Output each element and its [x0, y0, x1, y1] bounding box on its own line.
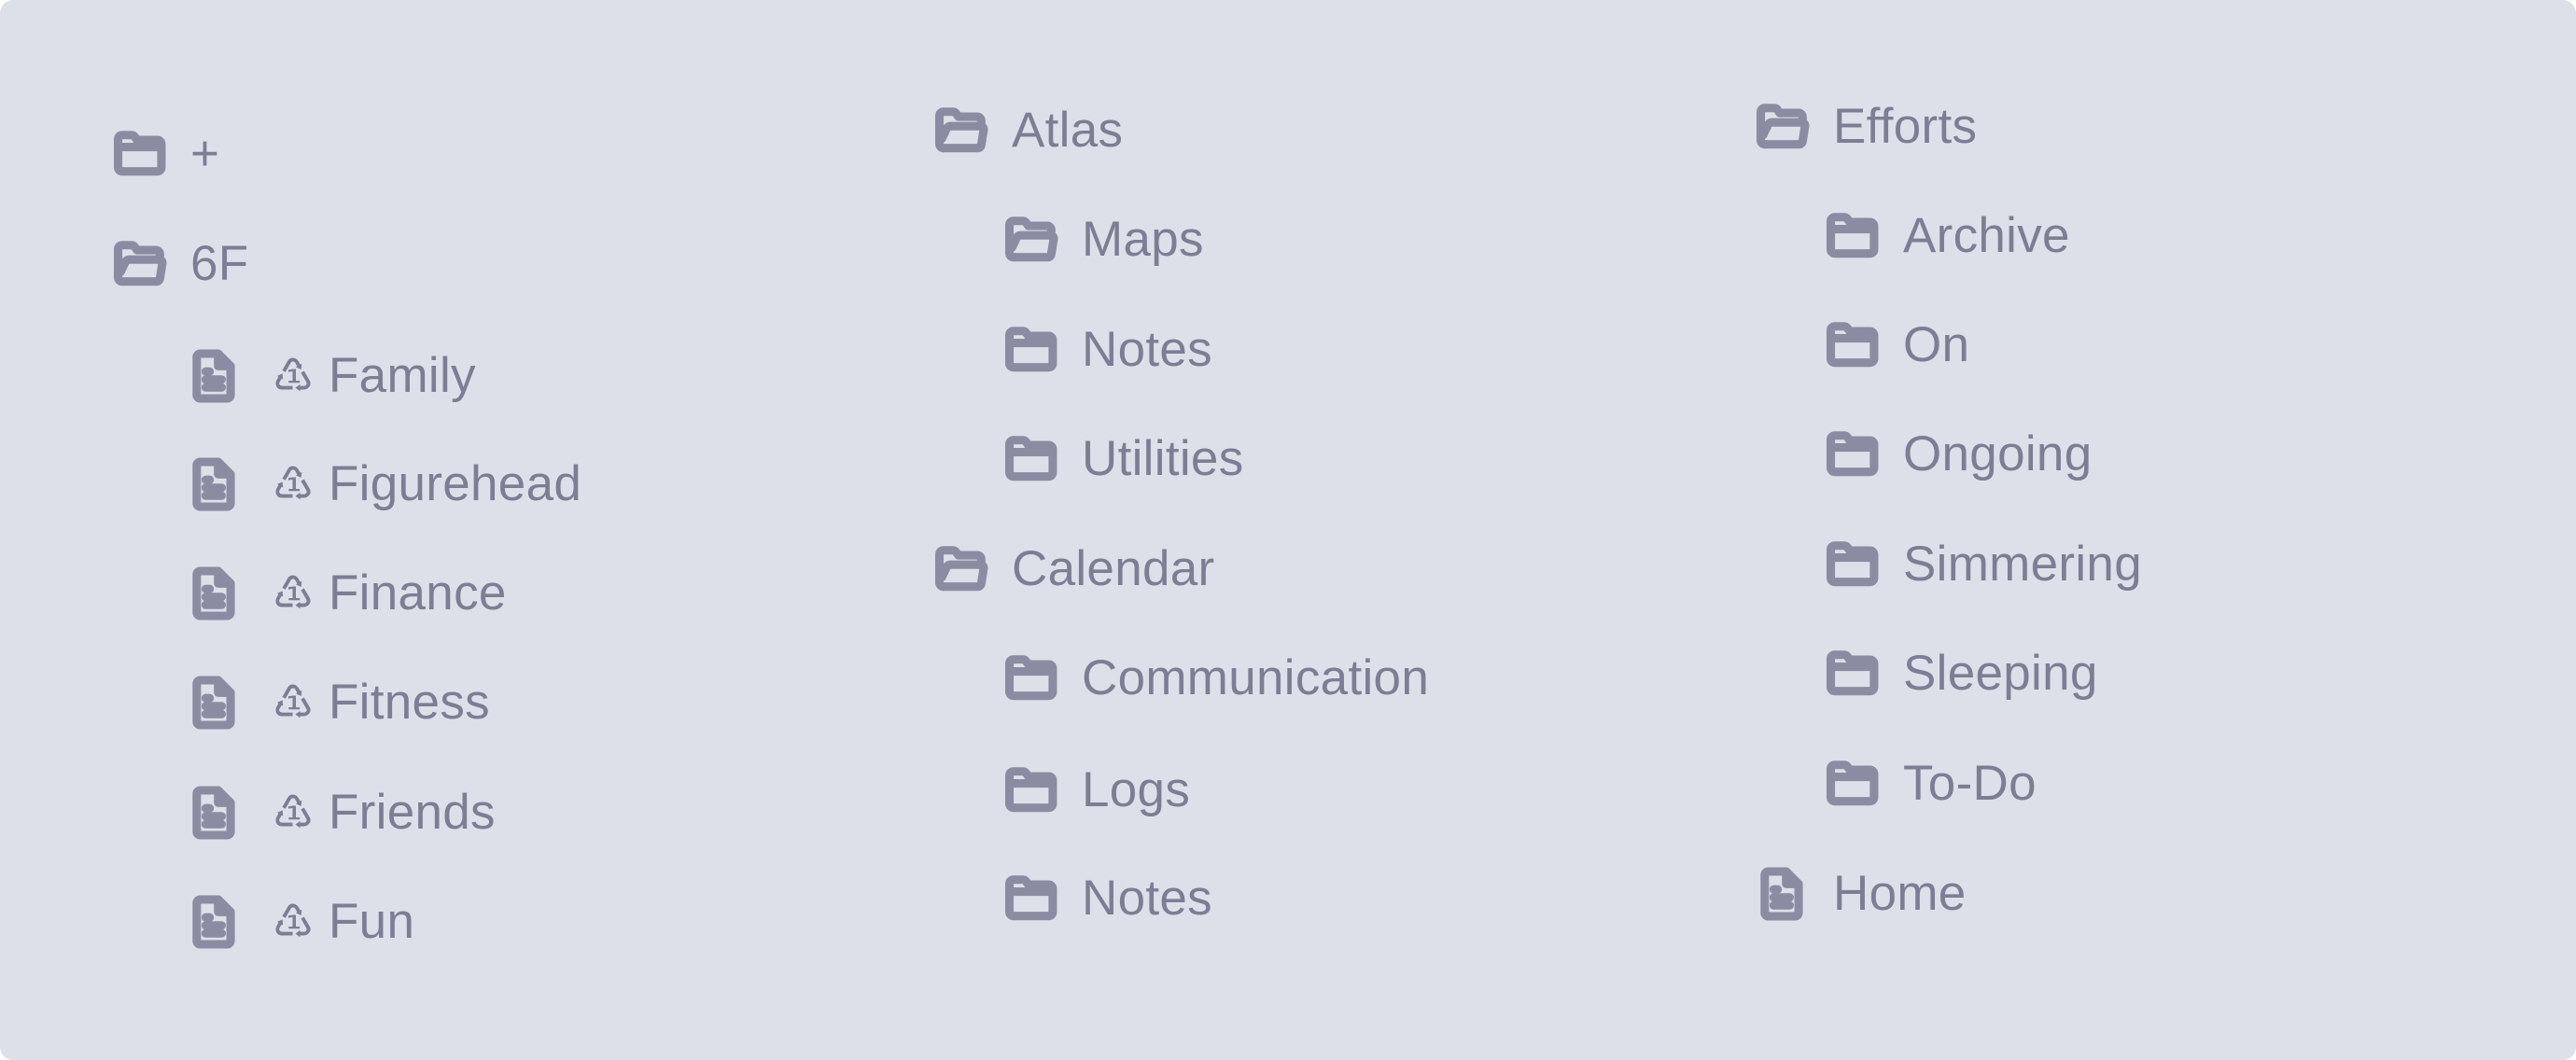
- tree-item-label: Simmering: [1903, 537, 2142, 592]
- tree-item-folder-logs[interactable]: Logs: [1001, 753, 1190, 828]
- tree-item-folder-maps[interactable]: Maps: [1001, 202, 1204, 277]
- tree-item-label: Finance: [329, 565, 507, 621]
- folder-closed-icon: [1823, 206, 1883, 266]
- document-icon: [185, 892, 245, 952]
- tree-item-folder-notes[interactable]: Notes: [1001, 313, 1212, 387]
- folder-closed-icon: [1001, 320, 1061, 380]
- tree-item-folder-notes[interactable]: Notes: [1001, 861, 1212, 936]
- tree-item-folder-to-do[interactable]: To-Do: [1823, 746, 2037, 821]
- recycle-1-icon: ♳: [272, 349, 315, 403]
- tree-item-folder-communication[interactable]: Communication: [1001, 641, 1429, 716]
- file-tree-panel: +6F ♳ Family ♳ Figurehead ♳ Finance ♳ Fitness ♳ Fr…: [0, 0, 2576, 1060]
- tree-item-folder-archive[interactable]: Archive: [1823, 199, 2070, 273]
- tree-item-label: Communication: [1082, 650, 1430, 705]
- tree-item-folder-atlas[interactable]: Atlas: [931, 93, 1123, 168]
- tree-item-label: Ongoing: [1903, 426, 2093, 481]
- recycle-1-icon: ♳: [272, 786, 315, 840]
- tree-item-label: Notes: [1082, 322, 1212, 377]
- recycle-1-icon: ♳: [272, 895, 315, 949]
- tree-item-folder-calendar[interactable]: Calendar: [931, 532, 1214, 607]
- tree-item-label: Archive: [1903, 208, 2070, 263]
- tree-item-label: Sleeping: [1903, 646, 2098, 701]
- tree-item-label: Friends: [329, 785, 496, 840]
- tree-item-label: Logs: [1082, 762, 1191, 817]
- folder-closed-icon: [110, 124, 170, 184]
- tree-item-folder-simmering[interactable]: Simmering: [1823, 527, 2142, 602]
- tree-item-label: Efforts: [1833, 99, 1978, 154]
- tree-item-folder-on[interactable]: On: [1823, 308, 1969, 383]
- folder-open-icon: [110, 234, 170, 294]
- tree-item-label: 6F: [190, 236, 249, 291]
- tree-item-label: Utilities: [1082, 431, 1244, 486]
- tree-item-folder-utilities[interactable]: Utilities: [1001, 422, 1244, 496]
- tree-item-folder-6f[interactable]: 6F: [110, 227, 248, 301]
- tree-item-folder-sleeping[interactable]: Sleeping: [1823, 636, 2098, 711]
- recycle-1-icon: ♳: [272, 457, 315, 511]
- tree-item-file-fitness[interactable]: ♳ Fitness: [185, 665, 490, 740]
- folder-closed-icon: [1823, 644, 1883, 704]
- tree-item-file-figurehead[interactable]: ♳ Figurehead: [185, 447, 581, 522]
- tree-item-folder-efforts[interactable]: Efforts: [1753, 90, 1977, 164]
- document-icon: [185, 454, 245, 514]
- folder-closed-icon: [1823, 754, 1883, 814]
- document-icon: [1753, 864, 1813, 924]
- tree-item-file-family[interactable]: ♳ Family: [185, 339, 476, 413]
- folder-open-icon: [1001, 210, 1061, 270]
- folder-closed-icon: [1001, 869, 1061, 928]
- tree-item-label: Atlas: [1012, 103, 1124, 158]
- tree-item-label: Calendar: [1012, 541, 1215, 596]
- tree-item-label: To-Do: [1903, 756, 2037, 811]
- tree-item-label: Home: [1833, 866, 1967, 921]
- folder-closed-icon: [1823, 535, 1883, 594]
- document-icon: [185, 564, 245, 623]
- folder-open-icon: [931, 539, 991, 599]
- tree-item-label: Maps: [1082, 212, 1204, 267]
- document-icon: [185, 783, 245, 843]
- document-icon: [185, 346, 245, 406]
- tree-item-folder-plus[interactable]: +: [110, 117, 219, 191]
- folder-closed-icon: [1001, 429, 1061, 489]
- tree-item-label: +: [190, 126, 220, 181]
- recycle-1-icon: ♳: [272, 566, 315, 621]
- tree-item-label: Figurehead: [329, 456, 582, 511]
- recycle-1-icon: ♳: [272, 676, 315, 730]
- folder-open-icon: [1753, 97, 1813, 157]
- tree-item-label: Family: [329, 348, 476, 403]
- tree-item-label: Fun: [329, 894, 415, 949]
- document-icon: [185, 673, 245, 732]
- tree-item-folder-ongoing[interactable]: Ongoing: [1823, 417, 2092, 492]
- tree-item-file-home[interactable]: Home: [1753, 857, 1967, 931]
- folder-closed-icon: [1823, 425, 1883, 484]
- tree-item-file-fun[interactable]: ♳ Fun: [185, 885, 414, 959]
- folder-closed-icon: [1001, 649, 1061, 708]
- tree-item-label: Fitness: [329, 675, 490, 730]
- tree-item-file-finance[interactable]: ♳ Finance: [185, 556, 507, 631]
- folder-closed-icon: [1001, 760, 1061, 820]
- tree-item-file-friends[interactable]: ♳ Friends: [185, 775, 496, 850]
- folder-closed-icon: [1823, 315, 1883, 375]
- tree-item-label: On: [1903, 317, 1970, 372]
- tree-item-label: Notes: [1082, 871, 1212, 926]
- folder-open-icon: [931, 101, 991, 160]
